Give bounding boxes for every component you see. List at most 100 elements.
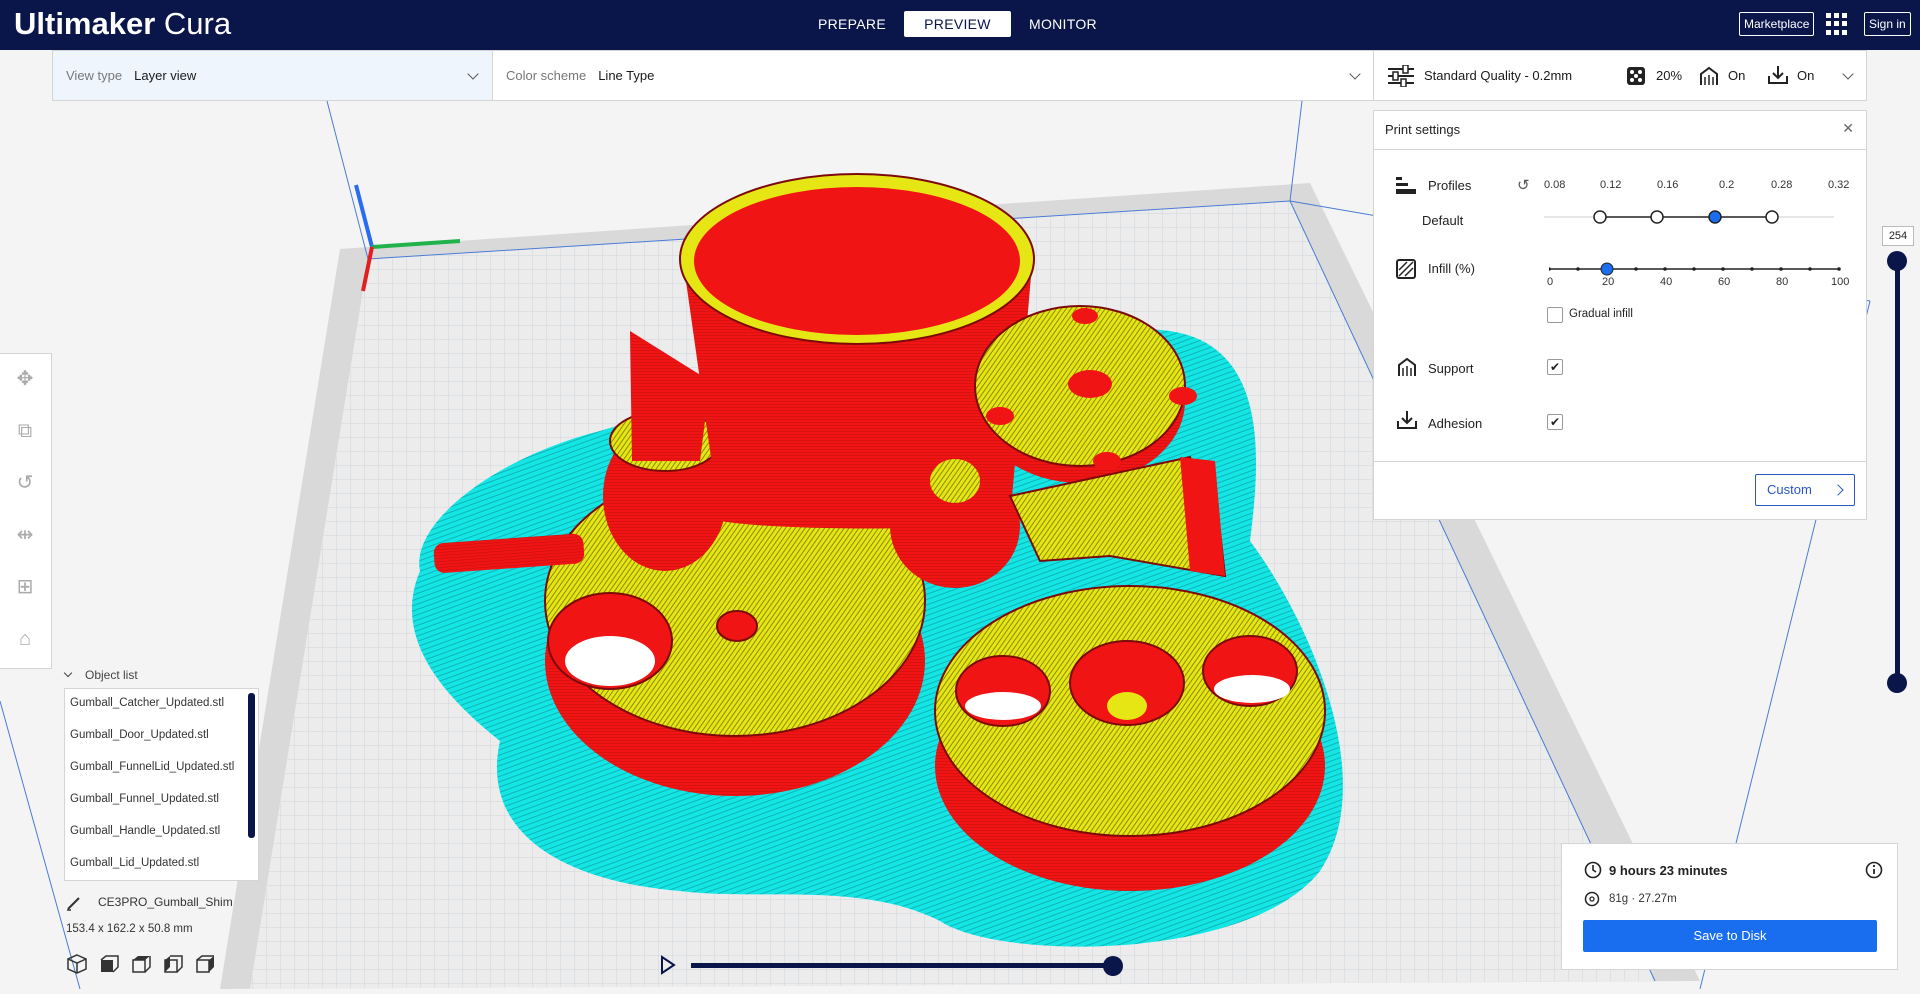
color-scheme-label: Color scheme: [506, 68, 587, 83]
print-time: 9 hours 23 minutes: [1609, 863, 1728, 878]
brand-name: Ultimaker: [14, 6, 156, 41]
chevron-down-icon: [1842, 68, 1854, 80]
infill-icon: [1396, 259, 1416, 279]
list-item[interactable]: Gumball_Funnel_Updated.stl: [70, 793, 219, 805]
infill-slider[interactable]: [1549, 259, 1849, 279]
top-view-icon[interactable]: [130, 953, 152, 975]
tool-sidebar: ✥ ⧉ ↺ ⇹ ⊞ ⌂: [0, 353, 52, 669]
layer-slider-bottom-handle[interactable]: [1887, 673, 1907, 693]
marketplace-button[interactable]: Marketplace: [1739, 12, 1815, 36]
infill-tick: 0: [1547, 276, 1554, 288]
chevron-down-icon: [63, 668, 73, 678]
pencil-icon[interactable]: [66, 895, 82, 911]
save-to-disk-button[interactable]: Save to Disk: [1583, 920, 1877, 952]
support-value: On: [1728, 68, 1746, 83]
custom-button-label: Custom: [1767, 482, 1812, 497]
layer-height-tick: 0.32: [1828, 179, 1850, 191]
layer-slider-top-handle[interactable]: [1887, 251, 1907, 271]
apps-grid-icon[interactable]: [1826, 13, 1848, 35]
tab-preview[interactable]: PREVIEW: [903, 11, 1011, 37]
close-icon[interactable]: ✕: [1842, 120, 1854, 137]
brand-suffix: Cura: [163, 6, 232, 41]
chevron-right-icon: [1832, 484, 1844, 496]
support-label: Support: [1428, 361, 1474, 376]
clock-icon: [1584, 861, 1602, 879]
color-scheme-dropdown[interactable]: Color scheme Line Type: [492, 50, 1374, 101]
profiles-icon: [1396, 177, 1416, 194]
layer-number-input[interactable]: 254: [1882, 226, 1914, 246]
adhesion-label: Adhesion: [1428, 416, 1483, 431]
scale-icon[interactable]: ⧉: [12, 418, 38, 444]
support-icon: [1398, 357, 1416, 376]
infill-tick: 60: [1718, 276, 1731, 288]
infill-label: Infill (%): [1428, 261, 1475, 276]
view-type-value: Layer view: [134, 68, 197, 83]
right-view-icon[interactable]: [194, 953, 216, 975]
mirror-icon[interactable]: ⇹: [12, 522, 38, 548]
gradual-infill-label: Gradual infill: [1569, 308, 1633, 320]
infill-value: 20%: [1656, 68, 1683, 83]
layer-height-tick: 0.28: [1771, 179, 1793, 191]
adhesion-icon: [1768, 66, 1788, 84]
layer-height-tick: 0.08: [1544, 179, 1566, 191]
infill-tick: 40: [1660, 276, 1673, 288]
list-item[interactable]: Gumball_Catcher_Updated.stl: [70, 697, 224, 709]
view-type-dropdown[interactable]: View type Layer view: [52, 50, 493, 101]
adhesion-icon: [1397, 411, 1417, 429]
quality-profile: Standard Quality - 0.2mm: [1424, 68, 1573, 83]
divider: [1374, 149, 1866, 150]
infill-tick: 20: [1602, 276, 1615, 288]
object-list-scrollbar[interactable]: [248, 693, 255, 838]
left-view-icon[interactable]: [162, 953, 184, 975]
layer-height-slider[interactable]: [1544, 207, 1844, 227]
top-bar: Ultimaker Cura PREPARE PREVIEW MONITOR M…: [0, 0, 1920, 50]
job-dimensions: 153.4 x 162.2 x 50.8 mm: [66, 923, 193, 935]
layer-slider-track[interactable]: [1895, 262, 1900, 684]
tab-monitor[interactable]: MONITOR: [1011, 11, 1115, 37]
path-slider-handle[interactable]: [1103, 956, 1123, 976]
print-settings-panel: Print settings ✕ Profiles ↺ Default 0.08…: [1373, 110, 1867, 520]
infill-tick: 80: [1776, 276, 1789, 288]
chevron-down-icon: [1349, 68, 1361, 80]
infill-tick: 100: [1831, 276, 1850, 288]
custom-button[interactable]: Custom: [1755, 474, 1855, 506]
list-item[interactable]: Gumball_Handle_Updated.stl: [70, 825, 220, 837]
profile-default-label: Default: [1422, 213, 1464, 228]
support-checkbox[interactable]: ✔: [1547, 359, 1563, 375]
stage-tabs: PREPARE PREVIEW MONITOR: [800, 11, 1115, 37]
list-item[interactable]: Gumball_Lid_Updated.stl: [70, 857, 199, 869]
adhesion-checkbox[interactable]: ✔: [1547, 414, 1563, 430]
color-scheme-value: Line Type: [598, 68, 655, 83]
material-usage: 81g · 27.27m: [1609, 893, 1677, 905]
layer-path-slider[interactable]: [691, 963, 1111, 968]
object-list-header[interactable]: Object list: [63, 668, 138, 682]
list-item[interactable]: Gumball_FunnelLid_Updated.stl: [70, 761, 234, 773]
rotate-icon[interactable]: ↺: [12, 470, 38, 496]
sign-in-button[interactable]: Sign in: [1864, 12, 1911, 36]
support-blocker-icon[interactable]: ⌂: [12, 626, 38, 652]
divider: [1374, 461, 1866, 462]
job-name: CE3PRO_Gumball_Shim: [98, 895, 233, 909]
3d-view-icon[interactable]: [66, 953, 88, 975]
app-logo: Ultimaker Cura: [14, 6, 231, 42]
info-icon[interactable]: [1865, 861, 1883, 879]
reset-icon[interactable]: ↺: [1517, 176, 1530, 194]
object-list-title: Object list: [85, 668, 138, 682]
spool-icon: [1584, 891, 1600, 907]
list-item[interactable]: Gumball_Door_Updated.stl: [70, 729, 209, 741]
gradual-infill-checkbox[interactable]: [1547, 307, 1563, 323]
layer-height-tick: 0.16: [1657, 179, 1679, 191]
play-icon[interactable]: [655, 953, 679, 977]
profiles-label: Profiles: [1428, 178, 1472, 193]
support-icon: [1700, 66, 1718, 85]
print-settings-header[interactable]: Standard Quality - 0.2mm 20% On On: [1373, 50, 1867, 101]
adhesion-value: On: [1797, 68, 1815, 83]
move-icon[interactable]: ✥: [12, 366, 38, 392]
tab-prepare[interactable]: PREPARE: [800, 11, 904, 37]
front-view-icon[interactable]: [98, 953, 120, 975]
view-type-label: View type: [66, 68, 123, 83]
per-model-settings-icon[interactable]: ⊞: [12, 574, 38, 600]
job-specs-panel: 9 hours 23 minutes 81g · 27.27m Save to …: [1561, 843, 1898, 970]
layer-height-tick: 0.12: [1600, 179, 1622, 191]
layer-height-tick: 0.2: [1719, 179, 1735, 191]
